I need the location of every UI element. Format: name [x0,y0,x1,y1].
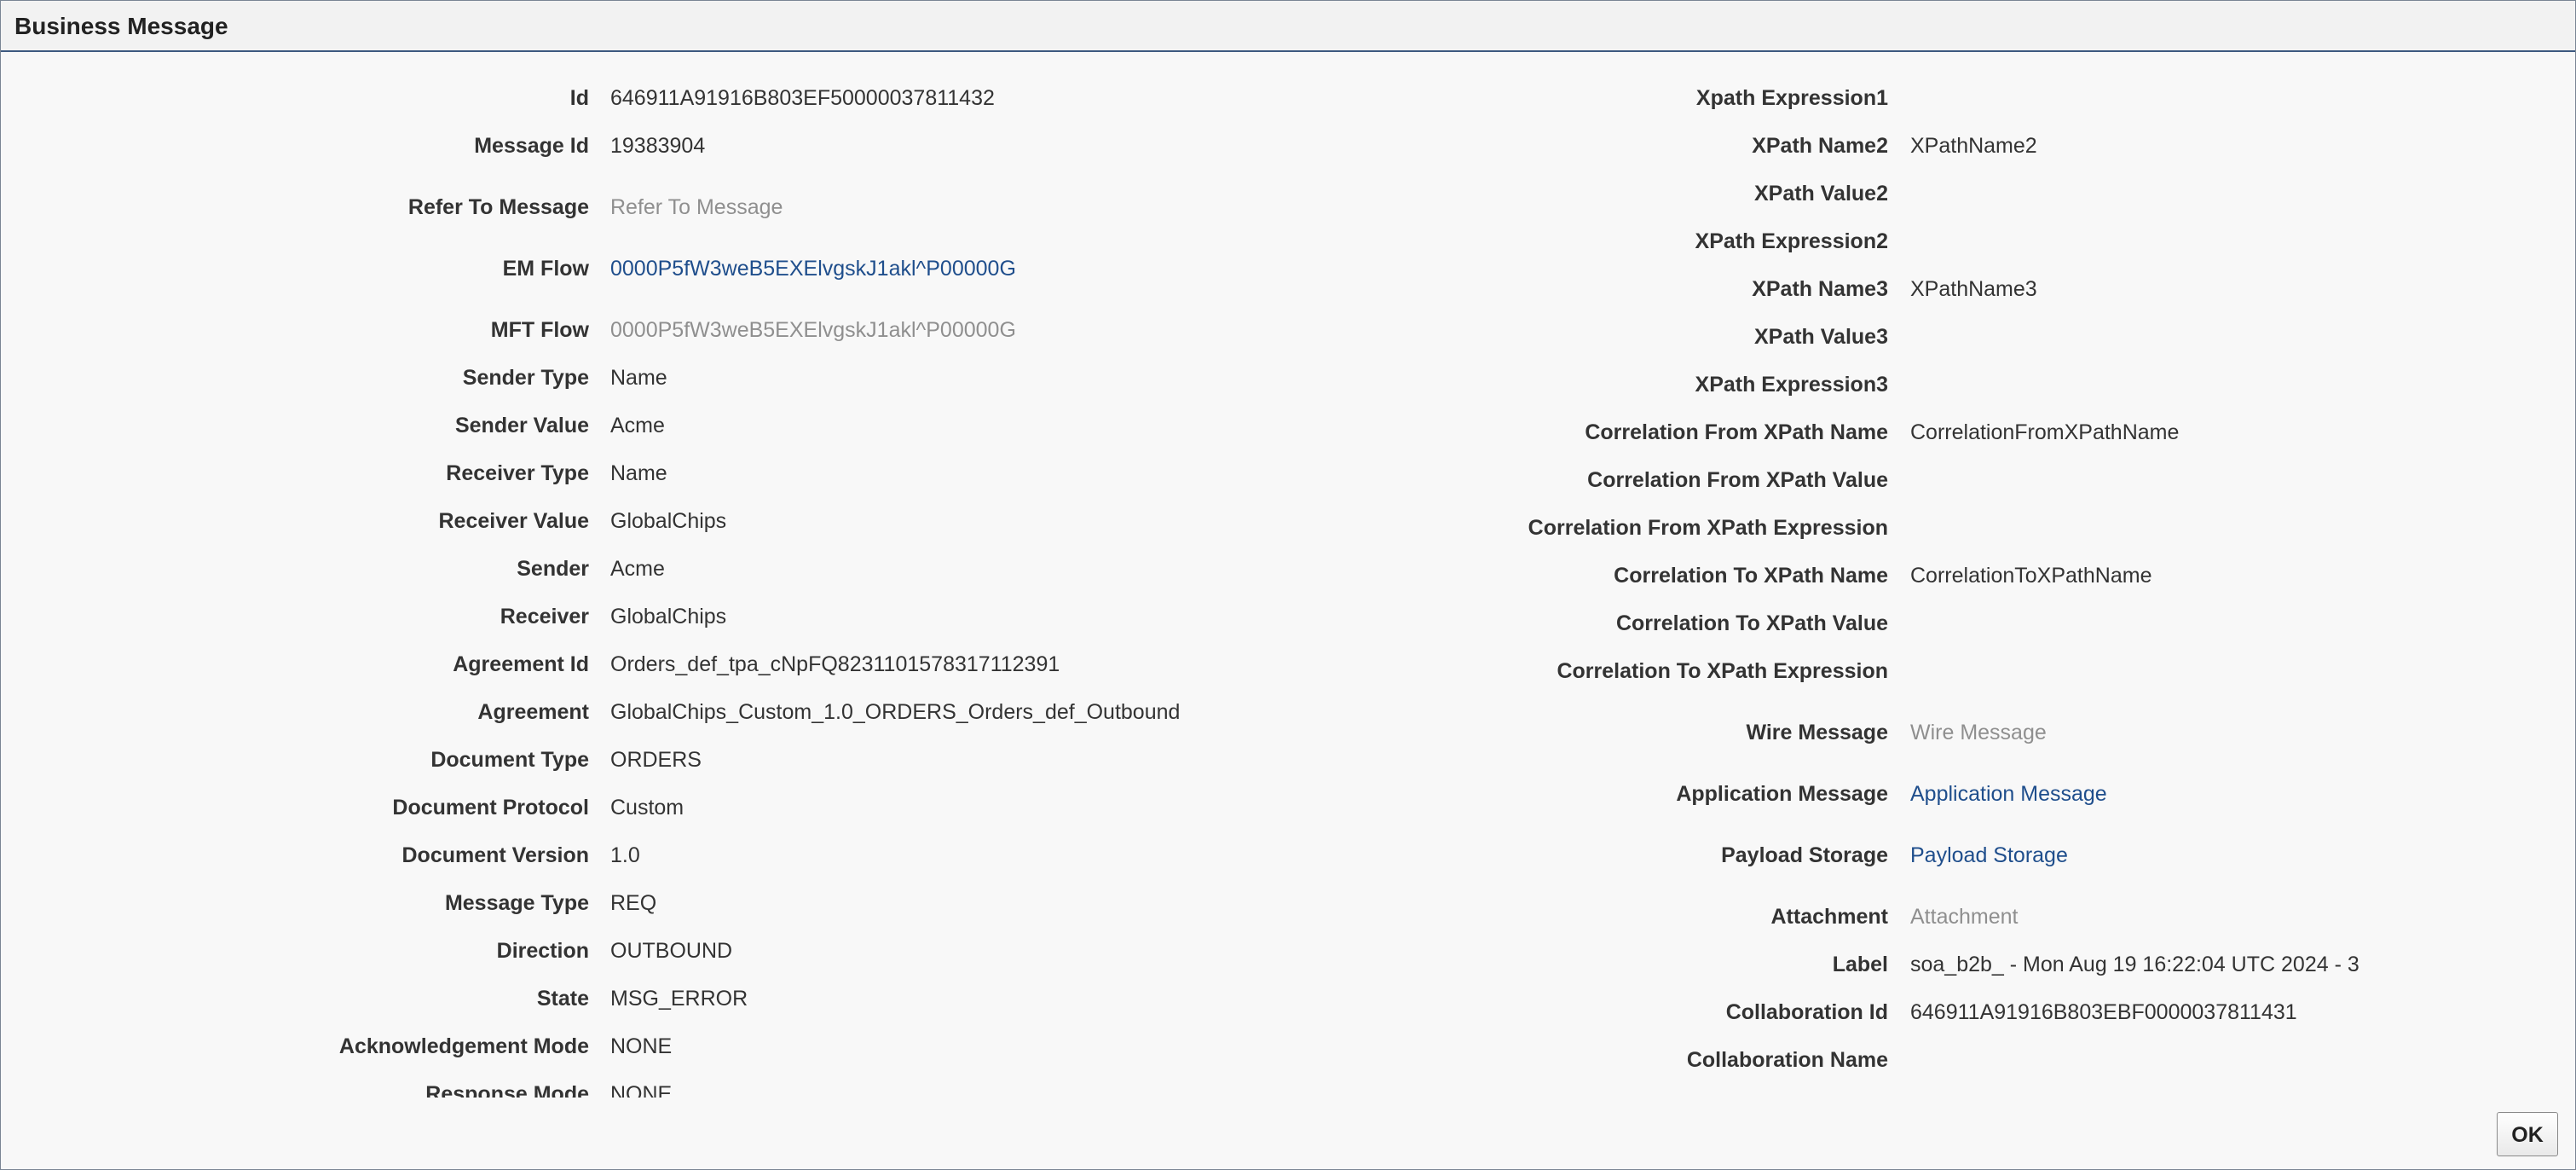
agreement-label: Agreement [477,700,589,724]
dialog-title: Business Message [14,13,228,39]
acknowledgement-mode-value: NONE [610,1034,673,1058]
ok-button[interactable]: OK [2497,1112,2558,1156]
xpath-name3-value: XPathName3 [1910,277,2037,301]
sender-value-label: Sender Value [454,414,589,437]
agreement-value: GlobalChips_Custom_1.0_ORDERS_Orders_def… [610,700,1181,724]
xpath-expression3-label: XPath Expression3 [1695,373,1888,397]
xpath-expression1-label: Xpath Expression1 [1695,86,1888,110]
agreement-id-value: Orders_def_tpa_cNpFQ8231101578317112391 [610,652,1060,676]
document-type-value: ORDERS [610,748,702,772]
business-message-dialog: Business Message Id 646911A91916B803EF500… [0,0,2576,1170]
correlation-from-xpath-name-value: CorrelationFromXPathName [1910,420,2180,444]
attachment-value: Attachment [1910,905,2019,929]
document-protocol-value: Custom [610,796,684,820]
document-type-label: Document Type [430,748,589,772]
collaboration-name-label: Collaboration Name [1686,1048,1888,1072]
refer-to-message-label: Refer To Message [407,195,589,219]
wire-message-label: Wire Message [1746,721,1888,744]
mft-flow-label: MFT Flow [490,318,589,342]
receiver-value-label: Receiver Value [438,509,589,533]
collaboration-id-value: 646911A91916B803EBF0000037811431 [1910,1000,2297,1024]
receiver-label: Receiver [500,605,589,628]
label-value: soa_b2b_ - Mon Aug 19 16:22:04 UTC 2024 … [1910,953,2359,976]
correlation-from-xpath-name-label: Correlation From XPath Name [1585,420,1888,444]
attachment-label: Attachment [1770,905,1888,929]
message-id-label: Message Id [474,134,589,158]
refer-to-message-value: Refer To Message [610,195,783,219]
correlation-to-xpath-name-label: Correlation To XPath Name [1614,564,1888,588]
message-type-label: Message Type [444,891,589,915]
xpath-expression2-label: XPath Expression2 [1695,229,1888,253]
document-version-label: Document Version [401,843,590,867]
message-type-value: REQ [610,891,657,915]
collaboration-id-label: Collaboration Id [1725,1000,1888,1024]
correlation-to-xpath-value-label: Correlation To XPath Value [1615,611,1888,635]
document-protocol-label: Document Protocol [392,796,589,820]
xpath-name3-label: XPath Name3 [1752,277,1888,301]
agreement-id-label: Agreement Id [453,652,589,676]
xpath-value2-label: XPath Value2 [1753,182,1888,206]
response-mode-label: Response Mode [425,1082,589,1098]
xpath-value3-label: XPath Value3 [1753,325,1888,349]
receiver-type-label: Receiver Type [446,461,589,485]
payload-storage-link[interactable]: Payload Storage [1910,838,2068,872]
id-label: Id [569,86,589,110]
sender-value: Acme [610,557,665,581]
sender-type-label: Sender Type [462,366,589,390]
dialog-title-bar[interactable]: Business Message [1,1,2575,52]
wire-message-value: Wire Message [1910,721,2047,744]
state-label: State [536,987,589,1011]
correlation-to-xpath-name-value: CorrelationToXPathName [1910,564,2152,588]
application-message-link[interactable]: Application Message [1910,777,2107,811]
direction-value: OUTBOUND [610,939,733,963]
sender-value-value: Acme [610,414,665,437]
message-id-value: 19383904 [610,134,706,158]
application-message-label: Application Message [1676,782,1888,806]
document-version-value: 1.0 [610,843,640,867]
label-label: Label [1832,953,1888,976]
em-flow-link[interactable]: 0000P5fW3weB5EXElvgskJ1akl^P00000G [610,252,1016,286]
receiver-value-value: GlobalChips [610,509,727,533]
receiver-type-value: Name [610,461,667,485]
id-value: 646911A91916B803EF50000037811432 [610,86,995,110]
state-value: MSG_ERROR [610,987,748,1011]
mft-flow-value: 0000P5fW3weB5EXElvgskJ1akl^P00000G [610,318,1016,342]
dialog-content[interactable]: Id 646911A91916B803EF50000037811432 Messag… [1,54,2575,1098]
sender-label: Sender [517,557,589,581]
response-mode-value: NONE [610,1082,673,1098]
payload-storage-label: Payload Storage [1721,843,1888,867]
xpath-name2-label: XPath Name2 [1752,134,1888,158]
correlation-from-xpath-expression-label: Correlation From XPath Expression [1528,516,1888,540]
xpath-name2-value: XPathName2 [1910,134,2037,158]
acknowledgement-mode-label: Acknowledgement Mode [338,1034,589,1058]
correlation-from-xpath-value-label: Correlation From XPath Value [1587,468,1888,492]
receiver-value: GlobalChips [610,605,727,628]
correlation-to-xpath-expression-label: Correlation To XPath Expression [1557,659,1888,683]
sender-type-value: Name [610,366,667,390]
em-flow-label: EM Flow [502,257,589,281]
direction-label: Direction [496,939,589,963]
